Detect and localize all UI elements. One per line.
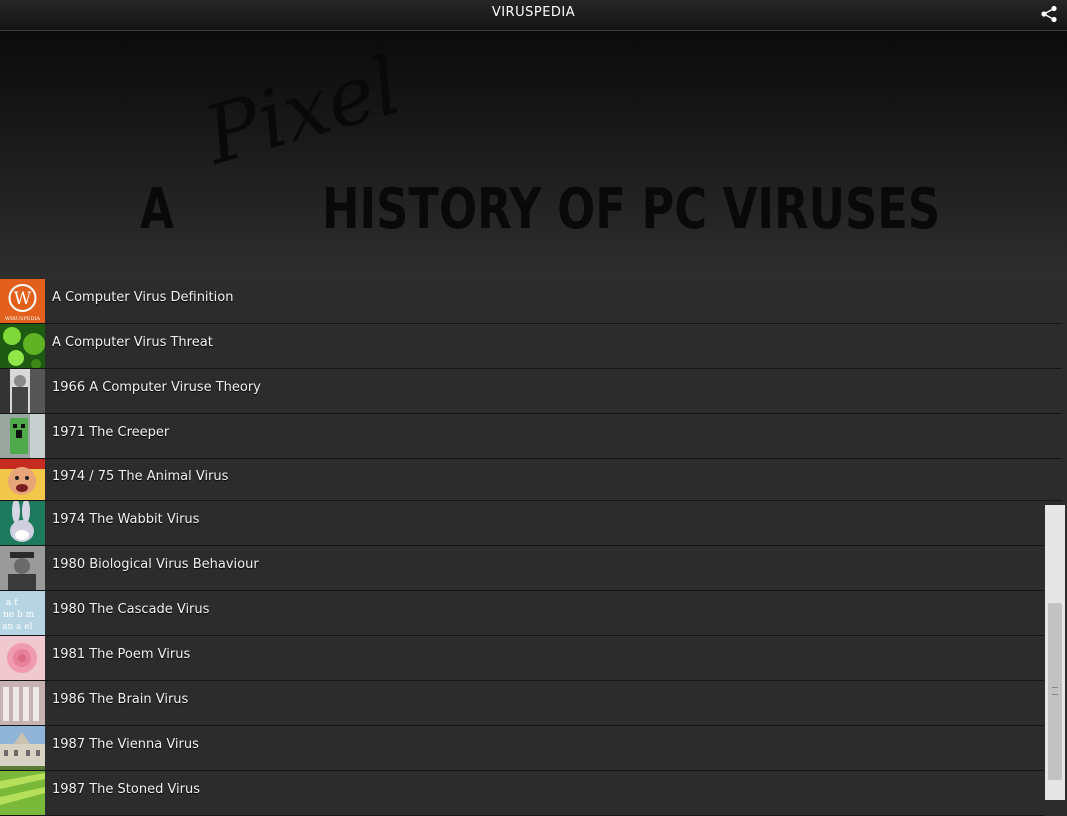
svg-text:ne b m: ne b m	[3, 610, 35, 620]
list-item[interactable]: 1987 The Stoned Virus	[0, 771, 1044, 816]
svg-text:WIRUSPEDIA: WIRUSPEDIA	[5, 316, 41, 322]
list-item-label: 1986 The Brain Virus	[52, 692, 189, 707]
list-item[interactable]: a f ne b m an a el 1980 The Cascade Viru…	[0, 591, 1044, 636]
building-photo	[0, 681, 45, 725]
list-scrollbar[interactable]	[1045, 505, 1065, 800]
list-item[interactable]: 1966 A Computer Viruse Theory	[0, 369, 1062, 414]
list-item-label: 1974 / 75 The Animal Virus	[52, 469, 229, 484]
green-leaf-image	[0, 771, 45, 815]
list-item-label: 1966 A Computer Viruse Theory	[52, 380, 261, 395]
svg-text:W: W	[14, 289, 32, 309]
scrollbar-thumb[interactable]	[1048, 603, 1062, 780]
banner-word-pixel: Pixel	[195, 38, 411, 183]
list-item-label: 1980 Biological Virus Behaviour	[52, 557, 259, 572]
list-item[interactable]: 1981 The Poem Virus	[0, 636, 1044, 681]
falling-letters-image: a f ne b m an a el	[0, 591, 45, 635]
list-item-label: 1987 The Vienna Virus	[52, 737, 199, 752]
face-image	[0, 459, 45, 500]
list-item[interactable]: 1986 The Brain Virus	[0, 681, 1044, 726]
app-bar: VIRUSPEDIA	[0, 0, 1067, 31]
app-title: VIRUSPEDIA	[491, 5, 576, 20]
rabbit-cartoon-image	[0, 501, 45, 545]
list-item-label: 1971 The Creeper	[52, 425, 170, 440]
svg-text:an a el: an a el	[2, 622, 33, 632]
list-item-label: A Computer Virus Definition	[52, 290, 234, 305]
rose-image	[0, 636, 45, 680]
list-item[interactable]: 1987 The Vienna Virus	[0, 726, 1044, 771]
header-banner: A Pixel HISTORY OF PC VIRUSES	[0, 31, 1067, 279]
list-item[interactable]: 1974 / 75 The Animal Virus	[0, 459, 1062, 501]
svg-text:a f: a f	[6, 598, 18, 608]
list-item[interactable]: W WIRUSPEDIA A Computer Virus Definition	[0, 279, 1062, 324]
creeper-image	[0, 414, 45, 458]
wikipedia-logo-icon: W WIRUSPEDIA	[0, 279, 45, 323]
list-item[interactable]: 1980 Biological Virus Behaviour	[0, 546, 1044, 591]
list-item[interactable]: A Computer Virus Threat	[0, 324, 1062, 369]
list-item-label: A Computer Virus Threat	[52, 335, 213, 350]
green-virus-image	[0, 324, 45, 368]
list-item-label: 1987 The Stoned Virus	[52, 782, 201, 797]
scientist-photo	[0, 369, 45, 413]
virus-list: W WIRUSPEDIA A Computer Virus Definition…	[0, 279, 1062, 816]
banner-title: HISTORY OF PC VIRUSES	[322, 177, 941, 242]
grip-icon	[1052, 687, 1058, 695]
list-item-label: 1980 The Cascade Virus	[52, 602, 210, 617]
list-item[interactable]: 1974 The Wabbit Virus	[0, 501, 1044, 546]
list-item[interactable]: 1971 The Creeper	[0, 414, 1062, 459]
share-icon[interactable]	[1040, 5, 1058, 23]
list-item-label: 1981 The Poem Virus	[52, 647, 191, 662]
portrait-photo	[0, 546, 45, 590]
banner-word-a: A	[140, 177, 174, 242]
vienna-palace-photo	[0, 726, 45, 770]
list-item-label: 1974 The Wabbit Virus	[52, 512, 200, 527]
